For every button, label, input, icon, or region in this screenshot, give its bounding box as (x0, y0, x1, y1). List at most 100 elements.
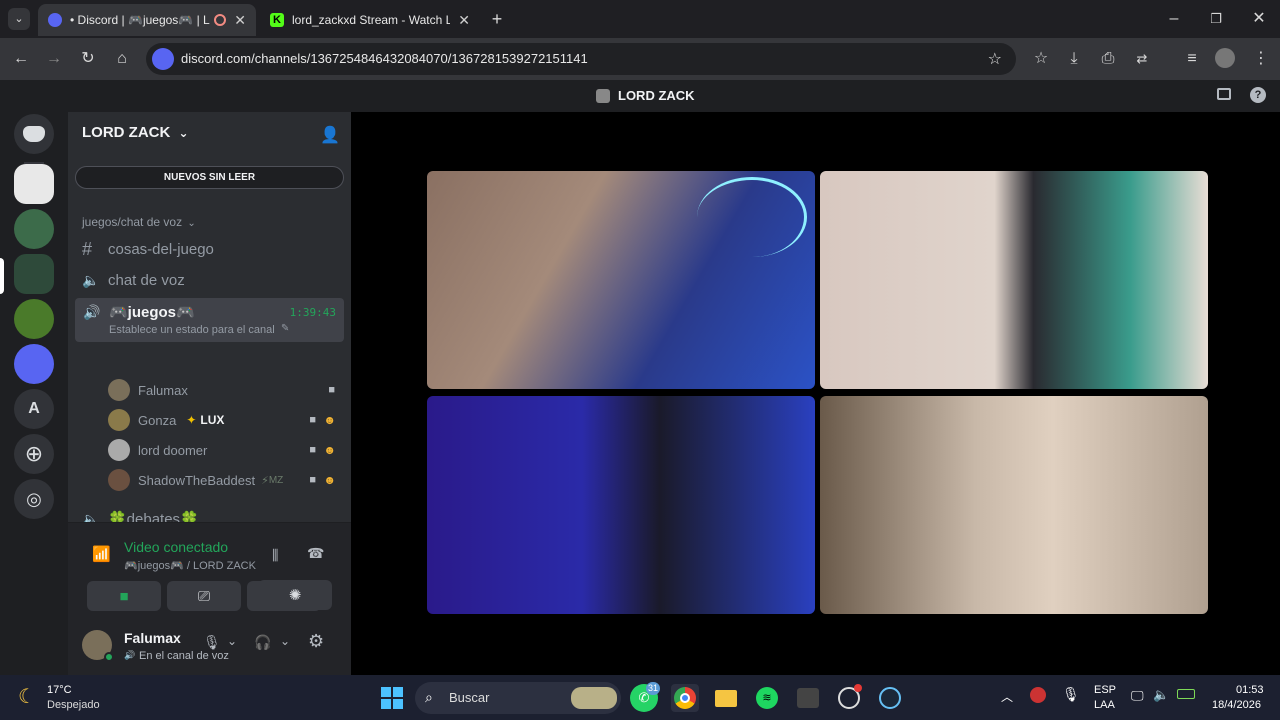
microphone-icon[interactable]: 🎙 (203, 634, 221, 651)
server-icon-5[interactable] (14, 344, 54, 384)
game-launcher-icon[interactable] (794, 684, 822, 712)
activity-icon: ☻ (323, 413, 336, 427)
menu-kebab-icon[interactable]: ⋮ (1250, 48, 1272, 70)
clock-date[interactable]: 18/4/2026 (1212, 699, 1261, 711)
soundboard-button[interactable]: ✺ (258, 580, 332, 610)
network-icon[interactable]: 🖵 (1131, 688, 1144, 704)
volume-icon[interactable]: 🔈 (1153, 687, 1169, 703)
noise-suppression-icon[interactable]: ⫼ (272, 547, 278, 564)
signal-icon[interactable]: 📶 (92, 545, 111, 563)
camera-button[interactable]: ■ (87, 581, 161, 611)
voice-channel-chat-de-voz[interactable]: 🔈 chat de voz (82, 266, 185, 294)
tab-discord[interactable]: • Discord | 🎮juegos🎮 | LC ✕ (38, 4, 256, 36)
notification-badge: 31 (646, 682, 661, 695)
battery-icon[interactable] (1177, 689, 1195, 699)
language-indicator[interactable]: ESP (1094, 684, 1116, 696)
weather-description[interactable]: Despejado (47, 699, 100, 711)
address-bar[interactable]: discord.com/channels/1367254846432084070… (146, 43, 1016, 75)
close-tab-icon[interactable]: ✕ (234, 12, 246, 29)
server-icon-2[interactable] (14, 209, 54, 249)
steam-icon[interactable] (876, 684, 904, 712)
download-icon[interactable]: ⤓ (1063, 48, 1085, 70)
video-tile-3[interactable] (427, 396, 815, 614)
voice-member[interactable]: Gonza ✦ LUX ■ ☻ (108, 407, 338, 433)
translate-icon[interactable]: ⇄ (1131, 48, 1153, 70)
server-icon (596, 88, 610, 103)
bookmark-star-icon[interactable]: ☆ (988, 49, 1002, 69)
user-name[interactable]: Falumax (124, 630, 181, 646)
tray-app-icon[interactable] (1030, 687, 1046, 703)
member-name: Gonza (138, 412, 177, 428)
voice-member[interactable]: lord doomer ■ ☻ (108, 437, 338, 463)
extensions-star-icon[interactable]: ☆ (1030, 48, 1052, 70)
add-server-icon[interactable]: ⊕ (14, 434, 54, 474)
media-control-icon[interactable]: ≡ (1181, 48, 1203, 70)
server-icon-lord-zack[interactable] (14, 254, 54, 294)
back-icon[interactable]: ← (10, 48, 32, 70)
server-name: LORD ZACK (82, 124, 171, 141)
server-list: A ⊕ ◎ (0, 112, 68, 675)
file-explorer-icon[interactable] (712, 684, 740, 712)
member-name: ShadowTheBaddest (138, 472, 256, 488)
screen-share-button[interactable]: ⎚ (167, 581, 241, 611)
video-tile-1[interactable] (427, 171, 815, 389)
kick-favicon-icon: K (270, 13, 284, 27)
tab-search-button[interactable]: ⌄ (8, 8, 30, 30)
settings-gear-icon[interactable]: ⚙ (308, 631, 324, 652)
reload-icon[interactable]: ↻ (77, 48, 99, 70)
print-icon[interactable]: ⎙ (1097, 48, 1119, 70)
discord-logo-icon (23, 126, 45, 142)
server-icon-1[interactable] (14, 164, 54, 204)
mic-options-chevron-icon[interactable]: ⌄ (227, 634, 237, 648)
channel-category[interactable]: juegos/chat de voz ⌄ (82, 215, 196, 229)
channel-status[interactable]: Establece un estado para el canal (109, 324, 275, 336)
edit-pencil-icon[interactable]: ✎ (281, 323, 289, 334)
tab-kick-stream[interactable]: K lord_zackxd Stream - Watch Liv ✕ (260, 4, 480, 36)
video-stage (351, 112, 1280, 675)
new-tab-button[interactable]: + (486, 8, 508, 30)
server-icon-4[interactable] (14, 299, 54, 339)
minimize-icon[interactable]: – (1163, 8, 1185, 30)
start-button[interactable] (378, 684, 406, 712)
help-icon[interactable]: ? (1250, 87, 1266, 103)
show-hidden-icons-chevron-icon[interactable]: ︿ (1001, 688, 1013, 705)
weather-temperature[interactable]: 17°C (47, 684, 72, 696)
neon-light (697, 177, 807, 257)
obs-icon[interactable] (835, 684, 863, 712)
keyboard-layout-indicator[interactable]: LAA (1094, 699, 1115, 711)
video-tile-4[interactable] (820, 396, 1208, 614)
disconnect-icon[interactable]: ☎ (307, 545, 324, 562)
video-tile-2[interactable] (820, 171, 1208, 389)
voice-channel-juegos-active[interactable]: 🔊 🎮juegos🎮 1:39:43 Establece un estado p… (75, 298, 344, 342)
close-window-icon[interactable]: ✕ (1248, 8, 1270, 30)
voice-state-icon: 🔊 (124, 650, 136, 660)
voice-member[interactable]: ShadowTheBaddest ⚡ MZ ■ ☻ (108, 467, 338, 493)
maximize-icon[interactable]: ❐ (1205, 8, 1227, 30)
tray-microphone-icon[interactable]: 🎙 (1062, 686, 1080, 703)
profile-avatar-icon[interactable] (1215, 48, 1235, 68)
site-info-icon[interactable] (152, 48, 174, 70)
voice-member[interactable]: Falumax ■ (108, 377, 338, 403)
explore-servers-icon[interactable]: ◎ (14, 479, 54, 519)
chrome-icon[interactable] (671, 684, 699, 712)
voice-location[interactable]: 🎮juegos🎮 / LORD ZACK (124, 559, 256, 572)
voice-status[interactable]: Video conectado (124, 539, 228, 555)
inbox-icon[interactable] (1217, 88, 1231, 100)
direct-messages-button[interactable] (14, 114, 54, 154)
forward-icon[interactable]: → (43, 48, 65, 70)
server-header[interactable]: LORD ZACK ⌄ (82, 124, 189, 141)
member-tag: LUX (200, 413, 225, 427)
server-letter-a[interactable]: A (14, 389, 54, 429)
spotify-icon[interactable]: ≋ (753, 684, 781, 712)
home-icon[interactable]: ⌂ (111, 48, 133, 70)
close-tab-icon[interactable]: ✕ (458, 12, 470, 29)
avatar (108, 409, 130, 431)
invite-people-icon[interactable]: 👤 (320, 125, 340, 145)
headphones-icon[interactable]: 🎧 (254, 634, 271, 651)
clock-time[interactable]: 01:53 (1236, 684, 1264, 696)
weather-moon-icon[interactable]: ☾ (18, 684, 36, 709)
taskbar-search-box[interactable]: ⌕ Buscar (415, 682, 621, 714)
text-channel-cosas-del-juego[interactable]: # cosas-del-juego (82, 235, 214, 263)
headphones-options-chevron-icon[interactable]: ⌄ (280, 634, 290, 648)
unread-messages-button[interactable]: NUEVOS SIN LEER (75, 166, 344, 189)
